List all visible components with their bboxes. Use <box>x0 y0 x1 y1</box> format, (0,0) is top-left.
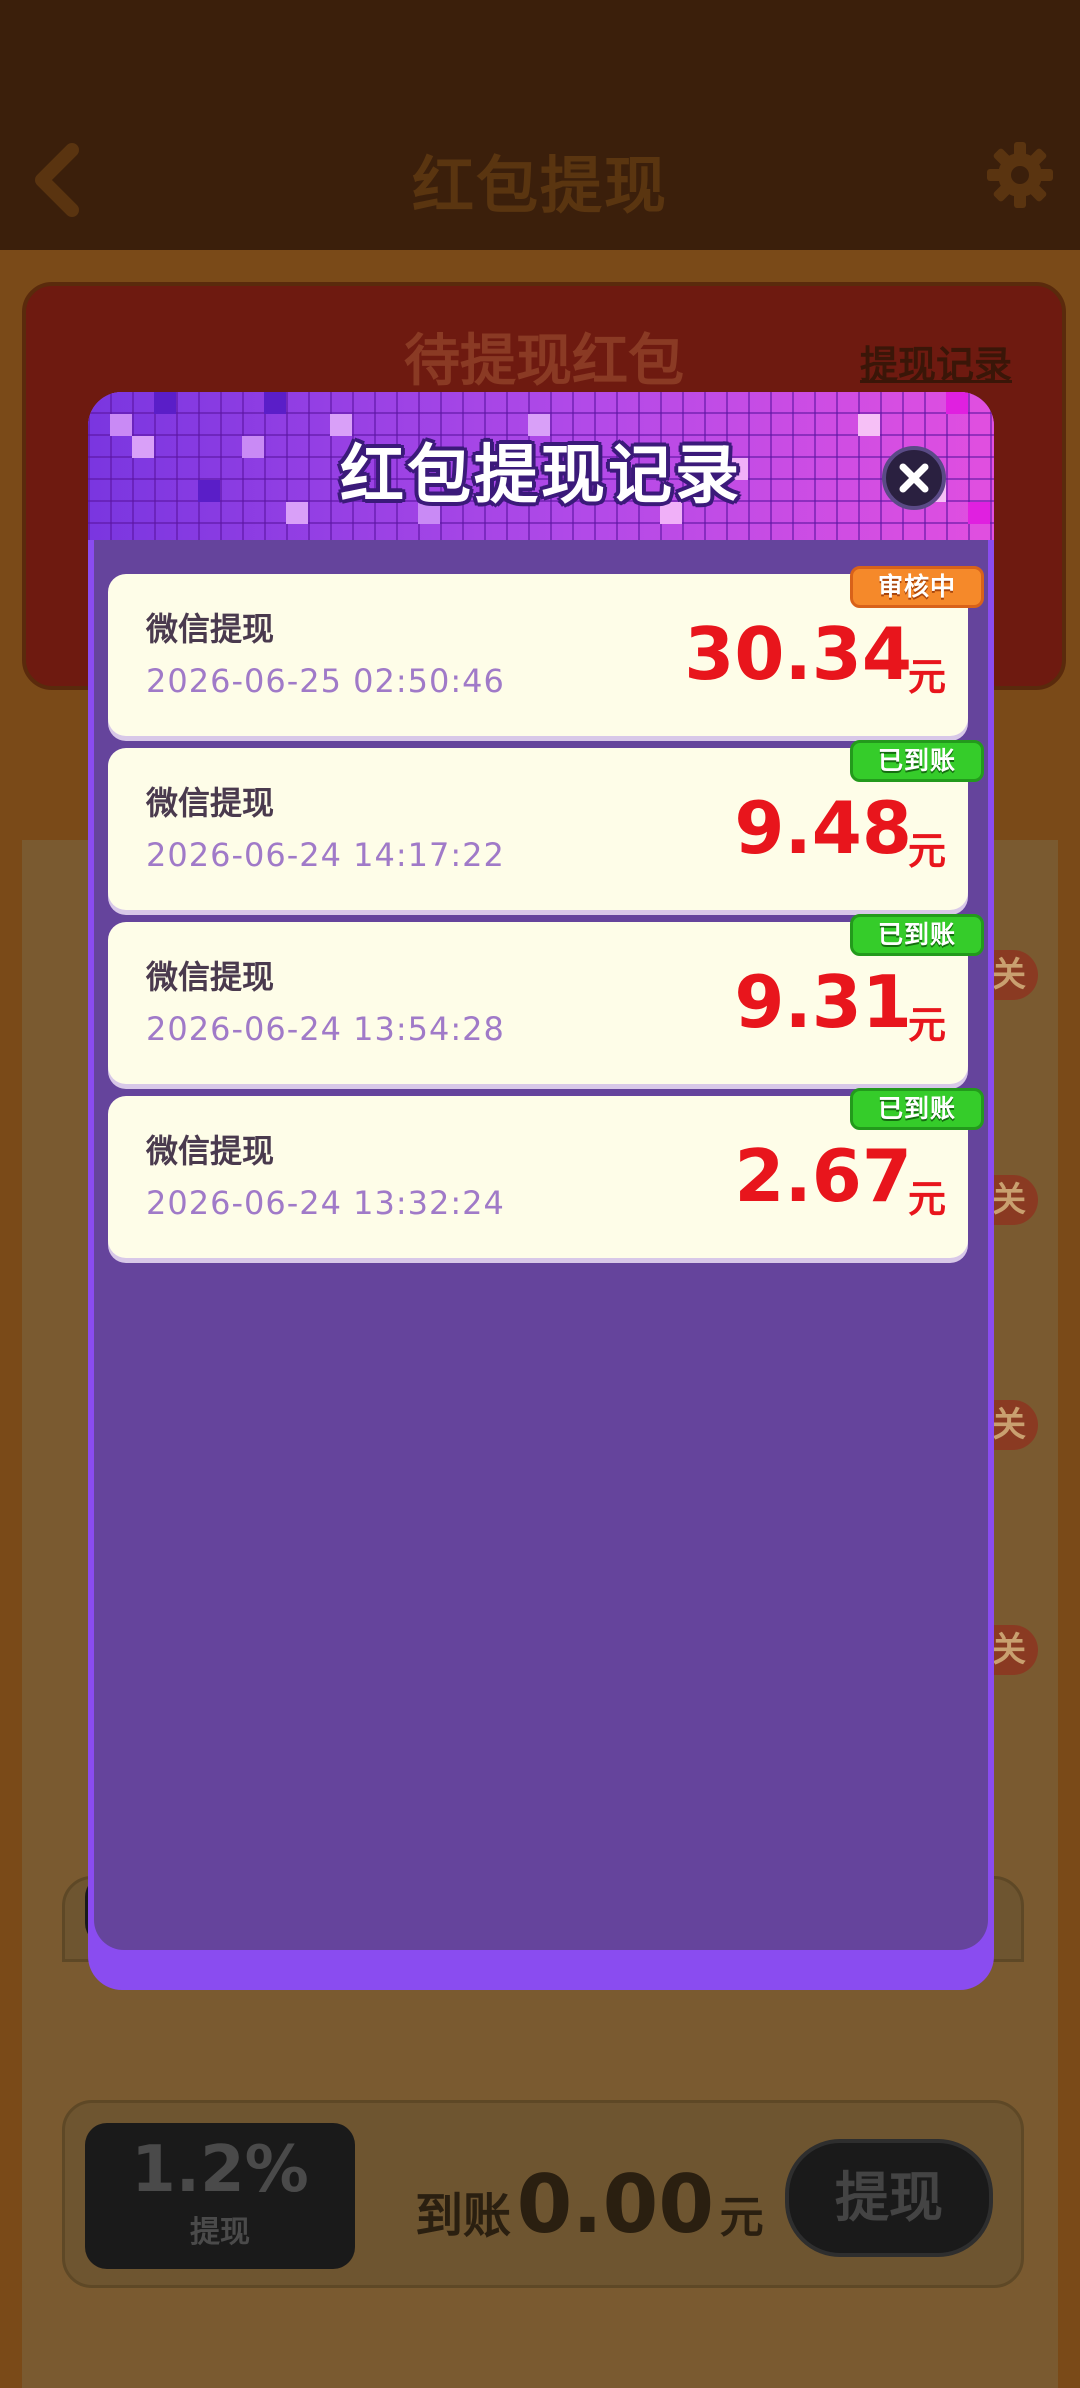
record-time: 2026-06-24 13:32:24 <box>146 1184 505 1222</box>
record-time: 2026-06-24 13:54:28 <box>146 1010 505 1048</box>
arrive-amount: 到账 0.00 元 <box>415 2158 764 2251</box>
withdraw-record-link[interactable]: 提现记录 <box>860 334 1012 389</box>
header-pixel-decoration <box>264 392 286 414</box>
record-type: 微信提现 <box>146 784 275 822</box>
record-unit: 元 <box>907 1003 946 1047</box>
record-type: 微信提现 <box>146 1132 275 1170</box>
settings-button[interactable] <box>985 140 1055 210</box>
status-badge: 已到账 <box>850 914 984 956</box>
percent-badge: 1.2% 提现 <box>85 2123 355 2269</box>
arrive-unit: 元 <box>719 2192 764 2243</box>
arrive-label: 到账 <box>415 2188 512 2244</box>
record-unit: 元 <box>907 829 946 873</box>
record-list: 微信提现 2026-06-25 02:50:46 30.34 元 审核中 微信提… <box>94 540 988 1950</box>
record-time: 2026-06-24 14:17:22 <box>146 836 505 874</box>
list-item: 微信提现 2026-06-24 13:54:28 9.31 元 已到账 <box>108 914 984 1084</box>
status-badge: 审核中 <box>850 566 984 608</box>
page-title: 红包提现 <box>411 149 668 222</box>
withdraw-record-modal: 红包提现记录 微信提现 2026-06-25 02:50:46 30.34 元 … <box>88 392 994 1990</box>
header-bar: 红包提现 <box>0 0 1080 250</box>
header-pixel-decoration <box>946 392 968 414</box>
record-amount: 9.48 <box>734 786 912 870</box>
modal-header: 红包提现记录 <box>88 392 994 540</box>
close-icon <box>899 463 929 493</box>
record-amount: 30.34 <box>684 612 912 696</box>
withdraw-button[interactable]: 提现 <box>785 2139 993 2257</box>
status-badge: 已到账 <box>850 1088 984 1130</box>
record-amount: 2.67 <box>734 1134 912 1218</box>
list-item: 微信提现 2026-06-25 02:50:46 30.34 元 审核中 <box>108 566 984 736</box>
modal-title: 红包提现记录 <box>340 439 742 513</box>
record-unit: 元 <box>907 1177 946 1221</box>
record-type: 微信提现 <box>146 958 275 996</box>
status-badge: 已到账 <box>850 740 984 782</box>
list-item: 微信提现 2026-06-24 13:32:24 2.67 元 已到账 <box>108 1088 984 1258</box>
record-unit: 元 <box>907 655 946 699</box>
close-button[interactable] <box>882 446 946 510</box>
percent-value: 1.2% <box>131 2133 309 2207</box>
record-time: 2026-06-25 02:50:46 <box>146 662 505 700</box>
record-type: 微信提现 <box>146 610 275 648</box>
withdraw-option-row: 1.2% 提现 到账 0.00 元 提现 <box>62 2100 1024 2288</box>
gear-icon <box>987 142 1053 208</box>
header-pixel-decoration <box>154 392 176 414</box>
list-item: 微信提现 2026-06-24 14:17:22 9.48 元 已到账 <box>108 740 984 910</box>
record-amount: 9.31 <box>734 960 912 1044</box>
percent-label: 提现 <box>190 2215 250 2250</box>
arrive-value: 0.00 <box>516 2158 714 2251</box>
